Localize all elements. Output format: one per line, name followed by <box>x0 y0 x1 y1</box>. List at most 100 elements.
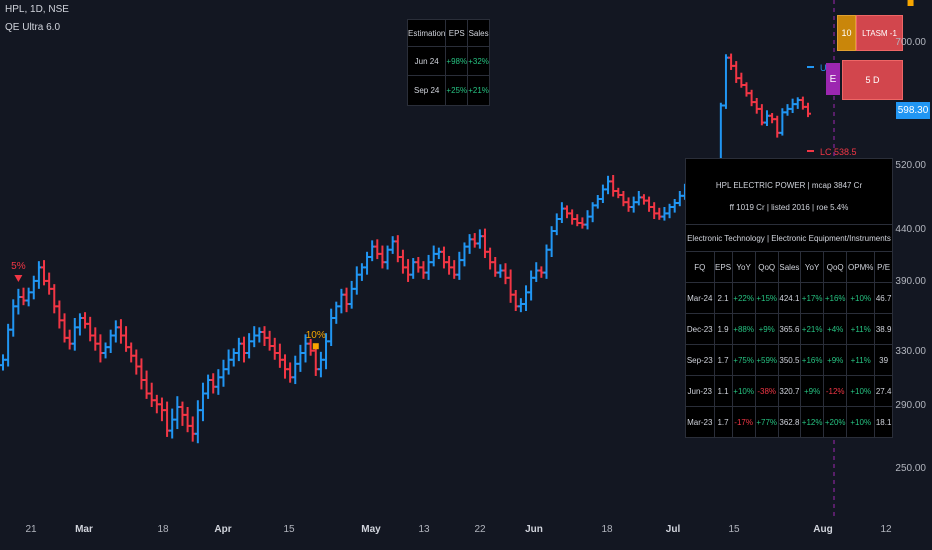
orange-count-box: 10 <box>837 15 856 51</box>
est-cell: +98% <box>445 46 469 76</box>
marker-triangle-down <box>14 275 23 282</box>
table-cell: +88% <box>731 313 756 345</box>
x-tick-label: Jun <box>525 524 543 535</box>
indicator-name[interactable]: QE Ultra 6.0 <box>5 22 60 33</box>
table-cell: +10% <box>846 375 876 407</box>
est-cell: +25% <box>445 75 469 106</box>
table-cell: +20% <box>823 406 848 438</box>
earnings-e-box: E <box>826 63 840 95</box>
table-cell: +77% <box>754 406 779 438</box>
table-cell: 27.4 <box>874 375 893 407</box>
table-cell: 1.1 <box>713 375 733 407</box>
fundamentals-table: HPL ELECTRIC POWER | mcap 3847 Cr ff 101… <box>685 158 893 438</box>
y-tick-label: 700.00 <box>895 37 926 48</box>
table-cell: +4% <box>823 313 848 345</box>
sales-qoq-header: QoQ <box>823 251 848 283</box>
eps-header: EPS <box>713 251 733 283</box>
marker-label: 5% <box>11 261 26 272</box>
table-cell: +11% <box>846 313 876 345</box>
y-tick-label: 390.00 <box>895 276 926 287</box>
table-cell: 1.7 <box>713 406 733 438</box>
estimation-table: Estimation EPS Sales Jun 24 +98% +32% Se… <box>406 19 490 106</box>
y-tick-label: 250.00 <box>895 463 926 474</box>
table-cell: +9% <box>800 375 825 407</box>
x-tick-label: Apr <box>214 524 232 535</box>
y-tick-label: 520.00 <box>895 160 926 171</box>
table-cell: -17% <box>731 406 756 438</box>
table-cell: +11% <box>846 344 876 376</box>
table-cell: +22% <box>731 282 756 314</box>
table-cell: Dec-23 <box>685 313 715 345</box>
table-cell: 38.9 <box>874 313 893 345</box>
company-title: HPL ELECTRIC POWER | mcap 3847 Cr <box>685 158 893 192</box>
table-cell: Mar-24 <box>685 282 715 314</box>
table-row: Sep-23 1.7 +75% +59% 350.5 +16% +9% +11% 39 <box>685 344 893 376</box>
table-cell: Jun-23 <box>685 375 715 407</box>
est-header: Estimation <box>406 19 447 47</box>
table-cell: +16% <box>800 344 825 376</box>
table-cell: -12% <box>823 375 848 407</box>
y-tick-label: 440.00 <box>895 224 926 235</box>
x-tick-label: 15 <box>283 524 295 535</box>
table-cell: +75% <box>731 344 756 376</box>
table-cell: +9% <box>754 313 779 345</box>
est-header: Sales <box>467 19 490 47</box>
x-tick-label: 18 <box>157 524 169 535</box>
table-cell: 39 <box>874 344 893 376</box>
table-cell: +21% <box>800 313 825 345</box>
chart-window: 5%10%20%10%UCLC 538.5 HPL, 1D, NSE QE Ul… <box>0 0 932 550</box>
symbol-line: HPL, 1D, NSE <box>5 4 69 15</box>
y-tick-label: 330.00 <box>895 346 926 357</box>
table-cell: +10% <box>846 406 876 438</box>
x-tick-label: 13 <box>418 524 430 535</box>
table-cell: -38% <box>754 375 779 407</box>
est-cell: +32% <box>467 46 490 76</box>
marker-label: 10% <box>901 0 921 3</box>
sales-header: Sales <box>777 251 802 283</box>
x-tick-label: 21 <box>25 524 37 535</box>
sales-yoy-header: YoY <box>800 251 825 283</box>
table-cell: +9% <box>823 344 848 376</box>
table-cell: +16% <box>823 282 848 314</box>
marker-label: 10% <box>306 330 326 341</box>
table-cell: +59% <box>754 344 779 376</box>
table-cell: +10% <box>846 282 876 314</box>
table-row: Jun-23 1.1 +10% -38% 320.7 +9% -12% +10% 27.4 <box>685 375 893 407</box>
est-cell: +21% <box>467 75 490 106</box>
table-cell: 365.6 <box>777 313 802 345</box>
table-cell: Mar-23 <box>685 406 715 438</box>
pe-header: P/E <box>874 251 893 283</box>
opm-header: OPM% <box>846 251 876 283</box>
table-cell: 1.9 <box>713 313 733 345</box>
table-cell: 350.5 <box>777 344 802 376</box>
table-cell: 424.1 <box>777 282 802 314</box>
sector-line: Electronic Technology | Electronic Equip… <box>685 224 893 252</box>
y-tick-label: 290.00 <box>895 400 926 411</box>
est-cell: Jun 24 <box>406 46 447 76</box>
table-row: Mar-24 2.1 +22% +15% 424.1 +17% +16% +10% 46.7 <box>685 282 893 314</box>
marker-square <box>312 343 319 350</box>
x-tick-label: 22 <box>474 524 486 535</box>
fq-header: FQ <box>685 251 715 283</box>
x-tick-label: 15 <box>728 524 740 535</box>
table-cell: 46.7 <box>874 282 893 314</box>
est-cell: Sep 24 <box>406 75 447 106</box>
x-tick-label: 12 <box>880 524 892 535</box>
est-header: EPS <box>445 19 469 47</box>
table-cell: 1.7 <box>713 344 733 376</box>
x-tick-label: 18 <box>601 524 613 535</box>
table-cell: +15% <box>754 282 779 314</box>
company-subtitle: ff 1019 Cr | listed 2016 | roe 5.4% <box>685 191 893 225</box>
table-cell: 320.7 <box>777 375 802 407</box>
eps-yoy-header: YoY <box>731 251 756 283</box>
table-cell: Sep-23 <box>685 344 715 376</box>
table-cell: +12% <box>800 406 825 438</box>
table-cell: +10% <box>731 375 756 407</box>
eps-qoq-header: QoQ <box>754 251 779 283</box>
table-cell: 362.8 <box>777 406 802 438</box>
x-tick-label: May <box>361 524 381 535</box>
table-row: Dec-23 1.9 +88% +9% 365.6 +21% +4% +11% 38.9 <box>685 313 893 345</box>
x-tick-label: Mar <box>75 524 93 535</box>
x-tick-label: Aug <box>813 524 833 535</box>
last-price-tag: 598.30 <box>896 102 930 119</box>
